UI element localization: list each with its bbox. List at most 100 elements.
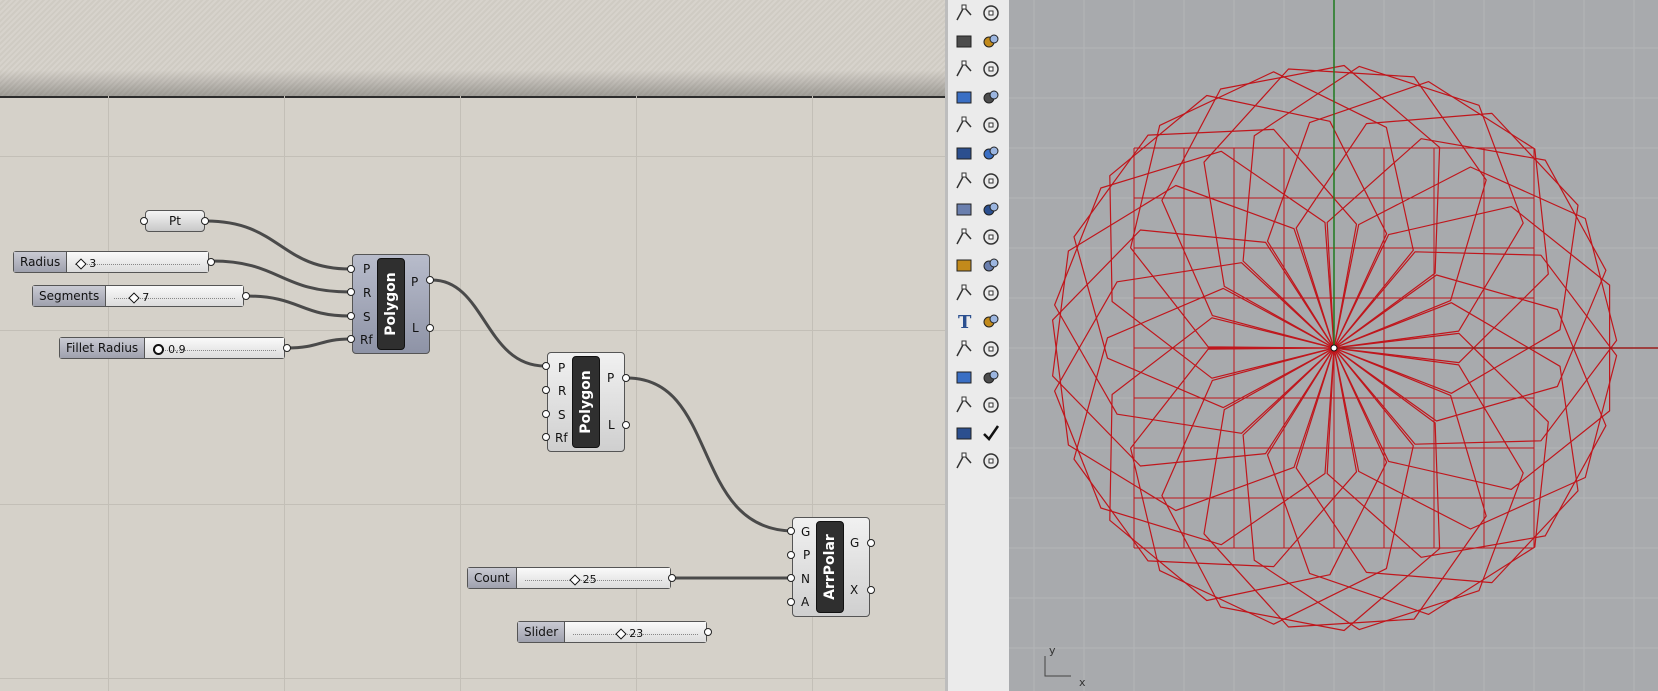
count-slider[interactable]: Count 25 bbox=[467, 567, 671, 589]
polygon1-output-l[interactable]: L bbox=[412, 321, 419, 335]
generic-slider-output-grip[interactable] bbox=[704, 628, 712, 636]
mesh-icon[interactable] bbox=[980, 170, 1002, 192]
text-icon[interactable]: T bbox=[953, 310, 975, 332]
polygon1-input-rf[interactable]: Rf bbox=[360, 333, 373, 347]
radius-slider[interactable]: Radius 3 bbox=[13, 251, 209, 273]
polygon2-grip-r[interactable] bbox=[542, 386, 550, 394]
segments-slider-value: 7 bbox=[142, 291, 150, 304]
polygon2-grip-out-p[interactable] bbox=[622, 374, 630, 382]
point-icon[interactable] bbox=[953, 86, 975, 108]
arrpolar-output-x[interactable]: X bbox=[850, 583, 858, 597]
trim-icon[interactable] bbox=[980, 198, 1002, 220]
join-icon[interactable] bbox=[980, 226, 1002, 248]
arrpolar-grip-n[interactable] bbox=[787, 574, 795, 582]
array-icon[interactable] bbox=[953, 394, 975, 416]
polygon1-grip-out-l[interactable] bbox=[426, 324, 434, 332]
material-icon[interactable] bbox=[980, 450, 1002, 472]
plane-icon[interactable] bbox=[980, 366, 1002, 388]
segments-output-grip[interactable] bbox=[242, 292, 250, 300]
polygon1-input-p[interactable]: P bbox=[363, 262, 370, 276]
polygon2-output-l[interactable]: L bbox=[608, 418, 615, 432]
dimension-icon[interactable] bbox=[980, 310, 1002, 332]
group-icon[interactable] bbox=[980, 254, 1002, 276]
polygon1-grip-rf[interactable] bbox=[347, 335, 355, 343]
generic-slider-track[interactable]: 23 bbox=[565, 622, 706, 642]
curve-icon[interactable] bbox=[980, 86, 1002, 108]
radius-output-grip[interactable] bbox=[207, 258, 215, 266]
fillet-icon[interactable] bbox=[953, 282, 975, 304]
radius-slider-knob[interactable]: 3 bbox=[75, 257, 96, 270]
pt-output-grip[interactable] bbox=[201, 217, 209, 225]
box-icon[interactable] bbox=[953, 142, 975, 164]
fillet-radius-slider[interactable]: Fillet Radius 0.9 bbox=[59, 337, 285, 359]
arc-icon[interactable] bbox=[953, 58, 975, 80]
polygon2-grip-rf[interactable] bbox=[542, 433, 550, 441]
render-icon[interactable] bbox=[953, 422, 975, 444]
split-icon[interactable] bbox=[953, 226, 975, 248]
arrpolar-input-p[interactable]: P bbox=[803, 548, 810, 562]
segments-slider-track[interactable]: 7 bbox=[106, 286, 243, 306]
polygon1-output-p[interactable]: P bbox=[411, 275, 418, 289]
transform-icon[interactable] bbox=[953, 338, 975, 360]
polygon1-grip-p[interactable] bbox=[347, 265, 355, 273]
radius-slider-track[interactable]: 3 bbox=[67, 252, 208, 272]
properties-icon[interactable] bbox=[980, 394, 1002, 416]
segments-slider-knob[interactable]: 7 bbox=[128, 291, 150, 304]
ellipse-icon[interactable] bbox=[980, 30, 1002, 52]
circle-icon[interactable] bbox=[953, 30, 975, 52]
polygon1-grip-s[interactable] bbox=[347, 312, 355, 320]
arrpolar-grip-out-g[interactable] bbox=[867, 539, 875, 547]
polygon1-input-s[interactable]: S bbox=[363, 310, 371, 324]
surface-icon[interactable] bbox=[953, 114, 975, 136]
fillet-radius-slider-knob[interactable]: 0.9 bbox=[153, 343, 186, 356]
grasshopper-canvas[interactable]: Pt Radius 3 Segments 7 Fillet Radius 0.9… bbox=[0, 0, 945, 691]
polygon2-grip-out-l[interactable] bbox=[622, 421, 630, 429]
arrpolar-output-g[interactable]: G bbox=[850, 536, 859, 550]
offset-icon[interactable] bbox=[980, 282, 1002, 304]
polygon2-input-rf[interactable]: Rf bbox=[555, 431, 568, 445]
fillet-output-grip[interactable] bbox=[283, 344, 291, 352]
explode-icon[interactable] bbox=[953, 198, 975, 220]
arrpolar-grip-out-x[interactable] bbox=[867, 586, 875, 594]
polygon1-grip-r[interactable] bbox=[347, 288, 355, 296]
generic-slider-knob[interactable]: 23 bbox=[615, 627, 643, 640]
arrpolar-input-n[interactable]: N bbox=[801, 572, 810, 586]
cylinder-icon[interactable] bbox=[953, 170, 975, 192]
extrude-surface-icon[interactable] bbox=[980, 114, 1002, 136]
arrpolar-component[interactable]: G P N A ArrPolar G X bbox=[792, 517, 870, 617]
sphere-icon[interactable] bbox=[980, 142, 1002, 164]
pt-input-grip[interactable] bbox=[140, 217, 148, 225]
polygon-component-1[interactable]: P R S Rf Polygon P L bbox=[352, 254, 430, 354]
polygon2-input-r[interactable]: R bbox=[558, 384, 566, 398]
block-icon[interactable] bbox=[953, 366, 975, 388]
polygon-component-2[interactable]: P R S Rf Polygon P L bbox=[547, 352, 625, 452]
count-slider-track[interactable]: 25 bbox=[516, 568, 670, 588]
pt-param[interactable]: Pt bbox=[145, 210, 205, 232]
fillet-radius-slider-track[interactable]: 0.9 bbox=[145, 338, 284, 358]
arrpolar-grip-p[interactable] bbox=[787, 551, 795, 559]
polygon2-output-p[interactable]: P bbox=[607, 371, 614, 385]
polygon2-input-p[interactable]: P bbox=[558, 361, 565, 375]
line-icon[interactable] bbox=[953, 2, 975, 24]
polygon2-grip-s[interactable] bbox=[542, 410, 550, 418]
polygon2-input-s[interactable]: S bbox=[558, 408, 566, 422]
rectangle-icon[interactable] bbox=[980, 58, 1002, 80]
generic-slider[interactable]: Slider 23 bbox=[517, 621, 707, 643]
arrpolar-grip-g[interactable] bbox=[787, 527, 795, 535]
count-output-grip[interactable] bbox=[668, 574, 676, 582]
arrpolar-input-g[interactable]: G bbox=[801, 525, 810, 539]
measure-icon[interactable] bbox=[980, 338, 1002, 360]
count-slider-knob[interactable]: 25 bbox=[568, 573, 597, 586]
shade-icon[interactable] bbox=[953, 450, 975, 472]
check-icon[interactable] bbox=[980, 422, 1002, 444]
rhino-viewport[interactable]: y x bbox=[1009, 0, 1658, 691]
arrpolar-grip-a[interactable] bbox=[787, 598, 795, 606]
polyline-icon[interactable] bbox=[980, 2, 1002, 24]
polygon1-input-r[interactable]: R bbox=[363, 286, 371, 300]
polygon2-grip-p[interactable] bbox=[542, 362, 550, 370]
arrpolar-input-a[interactable]: A bbox=[801, 595, 809, 609]
polar-array-curve bbox=[1242, 65, 1524, 349]
polygon1-grip-out-p[interactable] bbox=[426, 276, 434, 284]
segments-slider[interactable]: Segments 7 bbox=[32, 285, 244, 307]
boolean-icon[interactable] bbox=[953, 254, 975, 276]
